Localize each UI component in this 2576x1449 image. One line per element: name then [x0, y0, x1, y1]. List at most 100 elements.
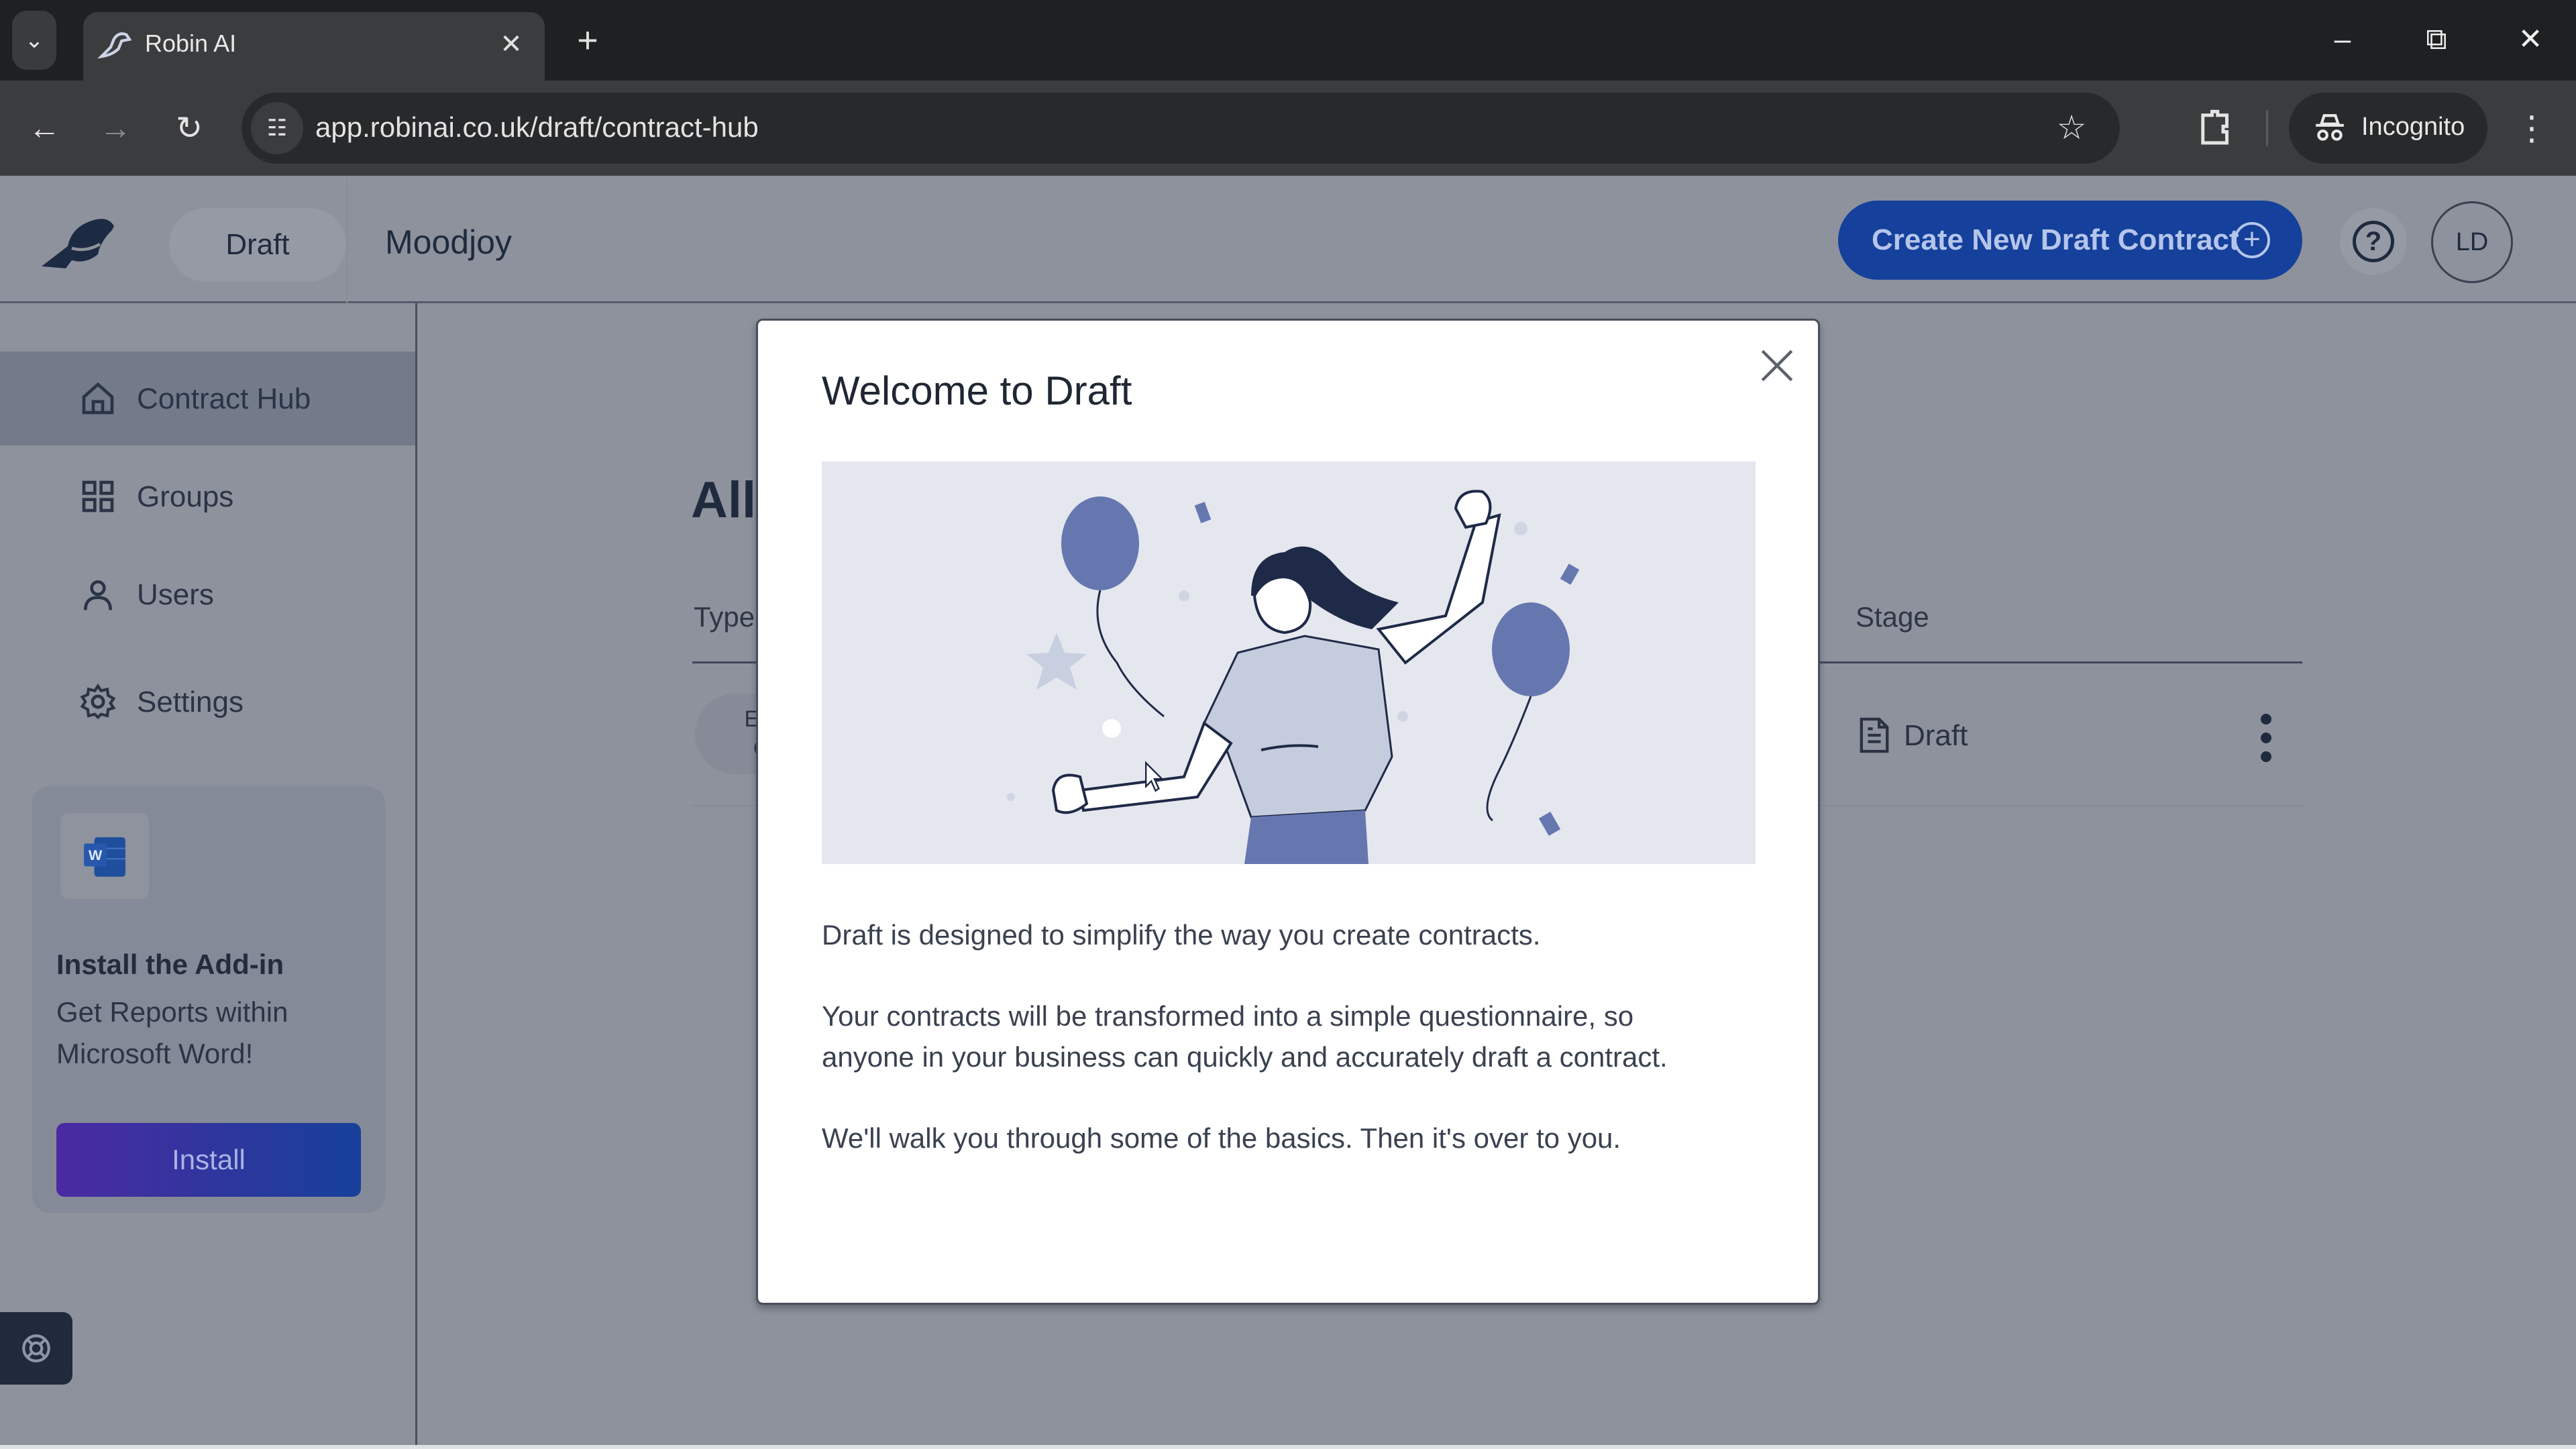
raised-fist	[1454, 490, 1492, 529]
column-header-stage[interactable]: Stage	[1856, 601, 1929, 633]
tab-list-button[interactable]: ⌄	[12, 11, 56, 70]
gear-icon	[80, 683, 116, 720]
jeans	[1244, 810, 1368, 864]
chevron-down-icon: ⌄	[24, 28, 44, 53]
lower-fist	[1051, 773, 1089, 814]
app-header: Draft Moodjoy Create New Draft Contract …	[0, 176, 2576, 303]
sidebar-item-label: Users	[137, 578, 214, 611]
plus-circle-icon: +	[2234, 222, 2270, 258]
browser-toolbar: ← → ↻ ☷ app.robinai.co.uk/draft/contract…	[0, 80, 2576, 176]
shirt	[1203, 635, 1393, 818]
welcome-modal: Welcome to Draft Draft is designed to si…	[756, 319, 1820, 1305]
grid-icon	[82, 480, 114, 513]
tab-title: Robin AI	[145, 30, 237, 57]
sidebar: Contract Hub Groups Users Settings W Ins…	[0, 303, 417, 1449]
new-tab-button[interactable]: +	[568, 20, 608, 60]
confetti-dot	[1102, 719, 1121, 738]
product-switcher[interactable]: Draft	[169, 208, 346, 282]
addin-title: Install the Add-in	[56, 949, 284, 980]
confetti-dot	[1397, 711, 1408, 722]
restore-button[interactable]: ⧉	[2410, 16, 2463, 63]
back-button[interactable]: ←	[19, 103, 70, 154]
addin-promo-card: W Install the Add-in Get Reports within …	[32, 786, 385, 1213]
robin-logo-icon[interactable]	[38, 212, 138, 272]
create-button-label: Create New Draft Contract	[1872, 223, 2239, 256]
robin-favicon-icon	[97, 32, 132, 59]
address-bar[interactable]: ☷ app.robinai.co.uk/draft/contract-hub ☆	[241, 93, 2120, 164]
modal-paragraph: Your contracts will be transformed into …	[822, 1000, 1668, 1073]
minimize-button[interactable]: –	[2316, 16, 2369, 63]
incognito-icon	[2316, 114, 2344, 141]
confetti-dot	[1179, 590, 1189, 601]
balloon-left	[1061, 496, 1139, 590]
document-icon	[1860, 717, 1889, 753]
modal-body: Draft is designed to simplify the way yo…	[822, 914, 1761, 1199]
reload-icon: ↻	[175, 111, 203, 146]
page-title: All	[691, 472, 757, 529]
balloon-right	[1492, 602, 1570, 696]
incognito-label: Incognito	[2361, 113, 2465, 141]
site-info-button[interactable]: ☷	[251, 102, 303, 154]
organization-name: Moodjoy	[385, 223, 512, 261]
sidebar-item-label: Settings	[137, 686, 244, 718]
modal-title: Welcome to Draft	[822, 368, 1132, 413]
window-close-button[interactable]: ✕	[2504, 16, 2557, 63]
header-divider	[346, 176, 347, 303]
confetti	[1560, 564, 1580, 585]
head	[1252, 575, 1312, 635]
browser-menu-button[interactable]: ⋮	[2512, 101, 2552, 156]
close-icon[interactable]	[1758, 346, 1796, 385]
toolbar-divider	[2266, 110, 2268, 146]
sidebar-item-label: Contract Hub	[137, 382, 311, 415]
url-text[interactable]: app.robinai.co.uk/draft/contract-hub	[315, 111, 759, 144]
more-vertical-icon[interactable]	[2253, 711, 2279, 765]
confetti-dot	[1007, 793, 1015, 801]
help-icon: ?	[2353, 221, 2394, 262]
close-icon: ✕	[2518, 23, 2543, 56]
home-icon	[82, 382, 114, 415]
browser-tab-bar: ⌄ Robin AI ✕ + – ⧉ ✕	[0, 0, 2576, 82]
mouse-cursor-icon	[1145, 761, 1165, 792]
lifebuoy-icon	[22, 1334, 50, 1362]
support-button[interactable]	[0, 1312, 72, 1385]
word-logo-tile: W	[60, 813, 149, 899]
celebration-illustration	[1007, 490, 1580, 864]
contract-stage: Draft	[1904, 719, 1968, 752]
reload-button[interactable]: ↻	[164, 103, 215, 154]
sidebar-item-users[interactable]: Users	[0, 547, 415, 641]
balloon-string-left	[1096, 590, 1165, 718]
confetti	[1194, 502, 1212, 523]
balloon-string-right	[1486, 696, 1532, 822]
browser-tab[interactable]: Robin AI ✕	[83, 12, 545, 82]
incognito-indicator[interactable]: Incognito	[2289, 93, 2487, 164]
addin-description: Get Reports within Microsoft Word!	[56, 996, 288, 1069]
confetti	[1538, 812, 1561, 836]
star-shape	[1026, 633, 1087, 690]
plus-icon: +	[577, 20, 598, 60]
tune-icon: ☷	[266, 115, 288, 141]
create-new-draft-contract-button[interactable]: Create New Draft Contract +	[1838, 201, 2302, 280]
more-vertical-icon: ⋮	[2515, 109, 2548, 147]
raised-arm	[1376, 513, 1501, 665]
help-button[interactable]: ?	[2340, 208, 2407, 275]
arrow-right-icon: →	[99, 111, 131, 146]
star-icon: ☆	[2056, 109, 2087, 146]
microsoft-word-icon: W	[84, 837, 125, 877]
install-addin-button[interactable]: Install	[56, 1123, 361, 1197]
restore-icon: ⧉	[2426, 23, 2447, 56]
confetti-dot	[1514, 522, 1527, 535]
sidebar-item-contract-hub[interactable]: Contract Hub	[0, 352, 415, 445]
arrow-left-icon: ←	[28, 111, 60, 146]
svg-text:W: W	[89, 847, 103, 863]
tab-close-icon[interactable]: ✕	[492, 25, 530, 63]
sidebar-item-settings[interactable]: Settings	[0, 655, 415, 749]
column-header-type[interactable]: Type	[694, 601, 755, 633]
user-avatar[interactable]: LD	[2431, 201, 2513, 283]
bookmark-button[interactable]: ☆	[2051, 107, 2092, 148]
sidebar-item-label: Groups	[137, 480, 234, 513]
modal-paragraph: We'll walk you through some of the basic…	[822, 1122, 1621, 1154]
welcome-illustration	[822, 462, 1756, 864]
extensions-icon[interactable]	[2194, 106, 2238, 150]
forward-button[interactable]: →	[90, 103, 141, 154]
sidebar-item-groups[interactable]: Groups	[0, 449, 415, 543]
